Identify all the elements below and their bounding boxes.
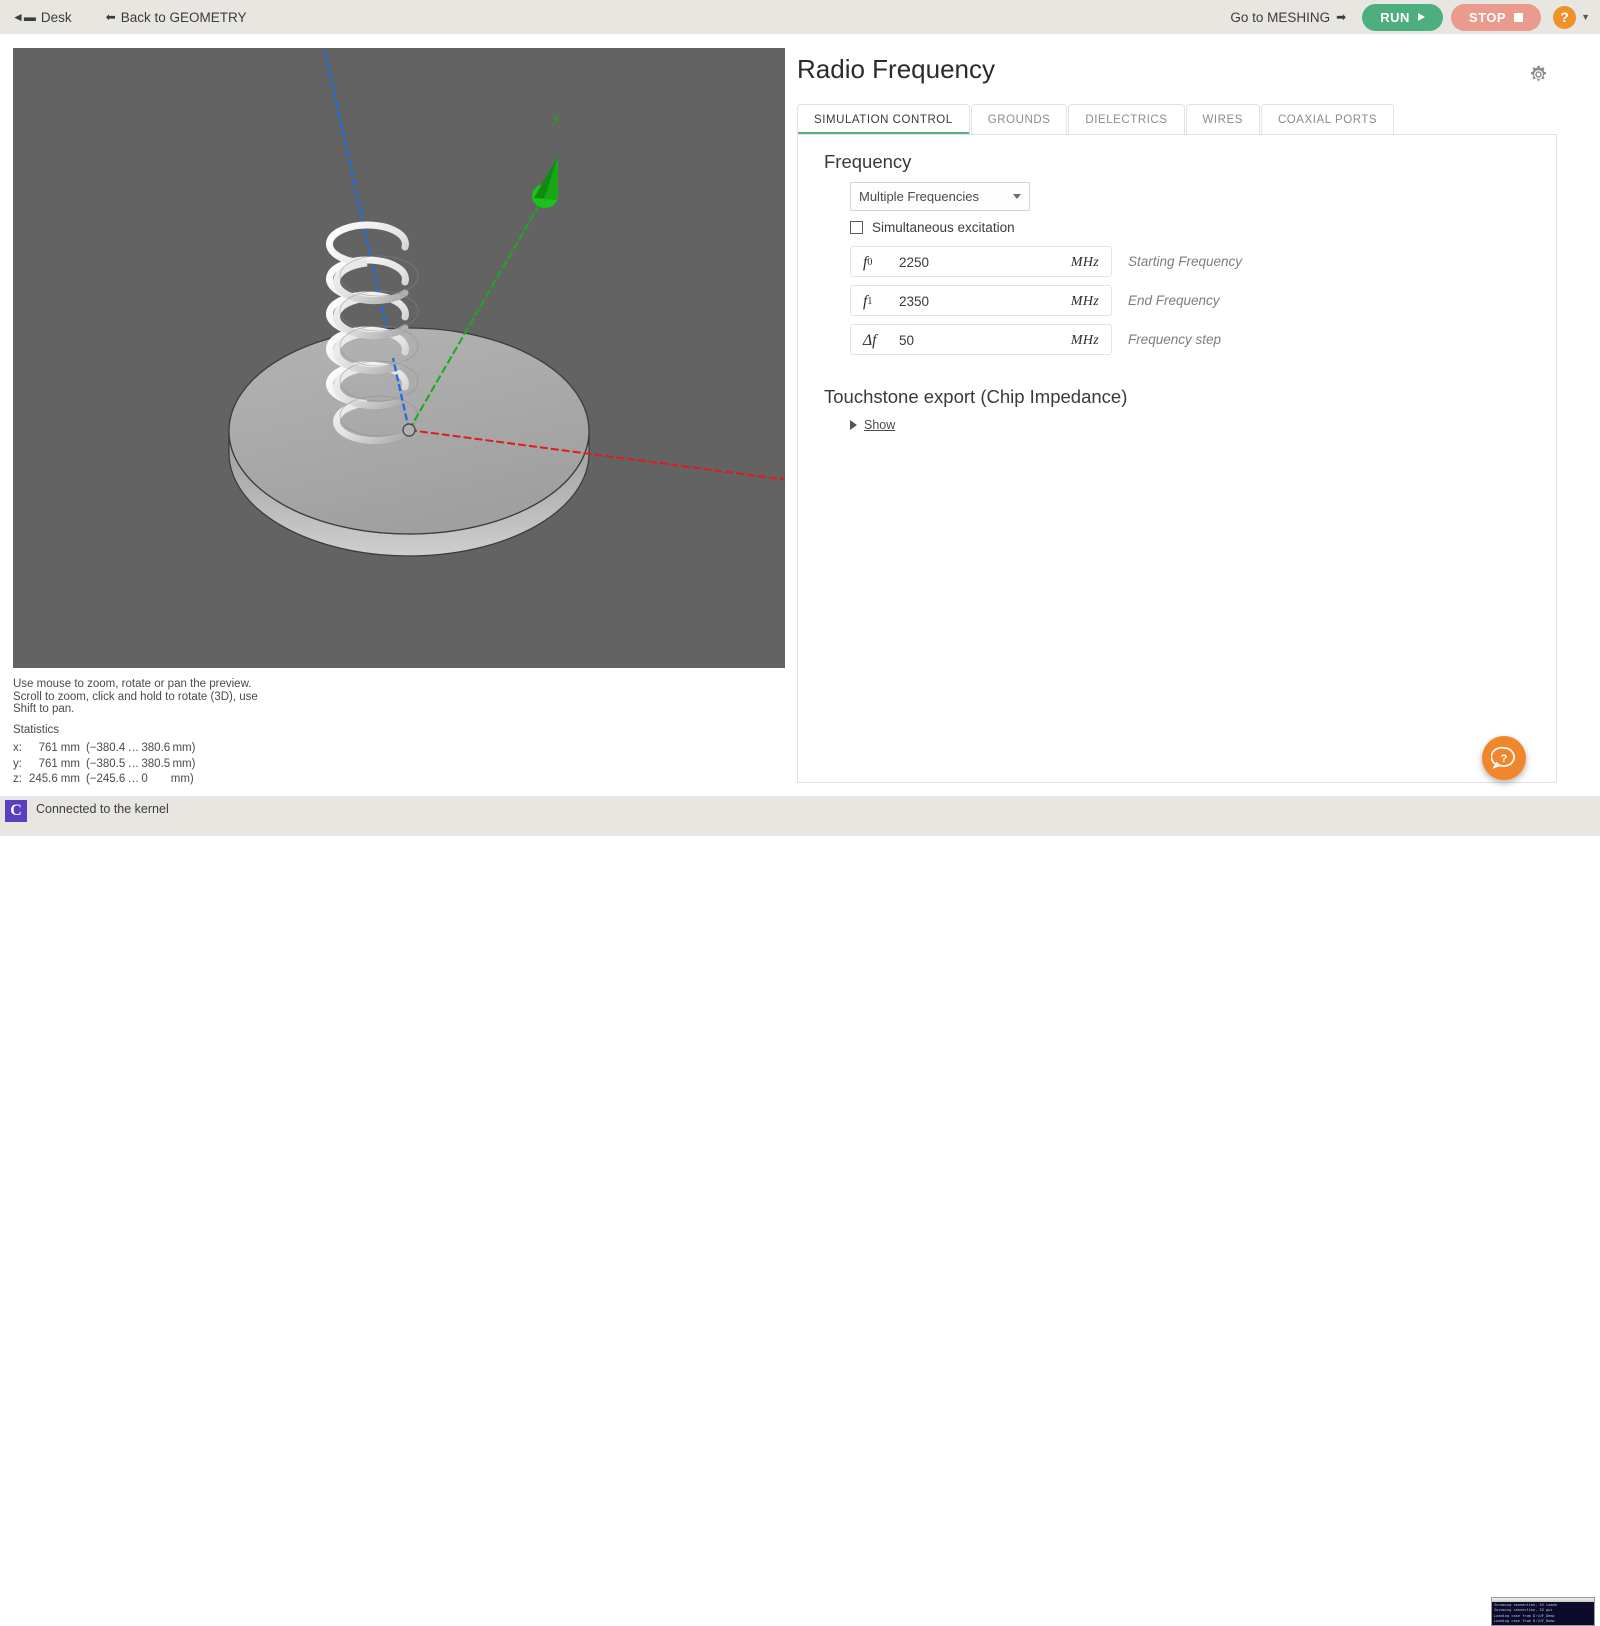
back-to-geometry-link[interactable]: ⬅ Back to GEOMETRY [106, 10, 247, 25]
kernel-logo-icon: C [5, 800, 27, 822]
help-button[interactable]: ? [1553, 5, 1577, 29]
f1-symbol: f1 [863, 292, 873, 310]
console-window[interactable]: Incoming connection, ID loade Incoming c… [1491, 1597, 1595, 1626]
kernel-status-text: Connected to the kernel [36, 802, 169, 816]
top-toolbar: ◄▬ Desk ⬅ Back to GEOMETRY Go to MESHING… [0, 0, 1600, 34]
run-button[interactable]: RUN [1362, 3, 1443, 31]
end-frequency-input[interactable] [897, 286, 1087, 317]
starting-frequency-input-box[interactable]: f0 MHz [850, 246, 1112, 278]
frequency-step-input-box[interactable]: Δf MHz [850, 324, 1112, 356]
back-to-geometry-label: Back to GEOMETRY [120, 9, 247, 25]
3d-scene: y [228, 48, 785, 557]
f0-symbol: f0 [863, 253, 873, 271]
end-frequency-input-box[interactable]: f1 MHz [850, 285, 1112, 317]
delta-f-symbol: Δf [863, 331, 877, 349]
tab-label: GROUNDS [987, 114, 1051, 126]
page-title: Radio Frequency [797, 54, 995, 84]
stop-square-icon [1514, 12, 1524, 22]
play-icon [1417, 13, 1425, 21]
touchstone-show-label: Show [864, 418, 896, 432]
axis-y-label: y [551, 110, 560, 126]
console-output: Incoming connection, ID loade Incoming c… [1492, 1602, 1594, 1625]
origin-marker [402, 423, 416, 437]
frequency-step-description: Frequency step [1128, 332, 1222, 347]
frequency-section-heading: Frequency [824, 151, 912, 172]
starting-frequency-description: Starting Frequency [1128, 254, 1243, 269]
table-row: z: 245.6 mm (−245.6 … 0 mm) [13, 772, 195, 788]
stat-size: 761 [38, 757, 58, 770]
viewport-hint-line-3: Shift to pan. [13, 703, 75, 715]
3d-preview-viewport[interactable]: y [13, 48, 785, 668]
tab-simulation-control[interactable]: SIMULATION CONTROL [797, 104, 970, 135]
help-fab-button[interactable]: ? [1482, 736, 1526, 780]
stat-axis: y: [13, 757, 22, 770]
statistics-title: Statistics [13, 724, 60, 736]
tab-wires[interactable]: WIRES [1185, 104, 1260, 135]
table-row: y: 761 mm (−380.5 … 380.5 mm) [13, 757, 195, 773]
arrow-left-icon: ⬅ [105, 10, 116, 24]
arrow-right-icon: ➡ [1336, 10, 1347, 24]
stat-range: (−245.6 … 0 mm) [85, 773, 194, 785]
chevron-down-icon [1013, 194, 1021, 199]
stat-axis: z: [13, 773, 22, 785]
simultaneous-excitation-label: Simultaneous excitation [872, 220, 1015, 235]
stat-range: (−380.5 … 380.5 mm) [85, 757, 196, 770]
stat-unit: mm [60, 773, 80, 785]
top-toolbar-right-group: Go to MESHING ➡ RUN STOP ? ▼ [1230, 3, 1600, 31]
triangle-right-icon [850, 420, 857, 430]
stop-button[interactable]: STOP [1450, 3, 1542, 31]
console-line: Loading case from D:\UF_Demo [1494, 1618, 1555, 1623]
go-to-meshing-link[interactable]: Go to MESHING ➡ [1230, 10, 1346, 25]
stat-axis: x: [13, 742, 22, 754]
simultaneous-excitation-checkbox[interactable]: Simultaneous excitation [850, 220, 1015, 235]
go-to-meshing-label: Go to MESHING [1230, 9, 1331, 25]
end-frequency-description: End Frequency [1128, 293, 1220, 308]
double-arrow-left-icon: ◄▬ [12, 10, 36, 24]
starting-frequency-unit: MHz [1070, 254, 1099, 270]
stat-size: 761 [38, 742, 58, 754]
svg-text:?: ? [1501, 753, 1508, 765]
statistics-table: x: 761 mm (−380.4 … 380.6 mm) y: 761 mm … [13, 741, 195, 788]
frequency-step-input[interactable] [897, 325, 1087, 356]
stat-range: (−380.4 … 380.6 mm) [85, 742, 196, 754]
starting-frequency-input[interactable] [897, 247, 1087, 278]
table-row: x: 761 mm (−380.4 … 380.6 mm) [13, 741, 195, 757]
radio-frequency-panel: Radio Frequency SIMULATION CONTROL GROUN… [797, 48, 1557, 783]
desk-link[interactable]: ◄▬ Desk [12, 10, 72, 25]
panel-tabs: SIMULATION CONTROL GROUNDS DIELECTRICS W… [797, 104, 1557, 135]
help-button-label: ? [1560, 9, 1569, 25]
tab-grounds[interactable]: GROUNDS [970, 104, 1068, 135]
gear-icon[interactable] [1529, 65, 1548, 89]
chevron-down-icon[interactable]: ▼ [1581, 12, 1590, 22]
tab-dielectrics[interactable]: DIELECTRICS [1068, 104, 1185, 135]
viewport-hint-line-2: Scroll to zoom, click and hold to rotate… [13, 690, 258, 703]
touchstone-show-toggle[interactable]: Show [850, 418, 895, 432]
tab-label: DIELECTRICS [1085, 114, 1168, 126]
tab-coaxial-ports[interactable]: COAXIAL PORTS [1260, 104, 1395, 135]
tab-label: COAXIAL PORTS [1277, 114, 1378, 126]
run-button-label: RUN [1380, 9, 1410, 25]
frequency-mode-value: Multiple Frequencies [859, 189, 979, 204]
help-bubble-icon: ? [1491, 746, 1515, 769]
status-bar: C Connected to the kernel Incoming conne… [0, 796, 1600, 1626]
checkbox-box-icon [850, 221, 863, 234]
frequency-step-unit: MHz [1070, 332, 1099, 348]
frequency-mode-select[interactable]: Multiple Frequencies [850, 182, 1030, 211]
viewport-hint-line-1: Use mouse to zoom, rotate or pan the pre… [13, 678, 252, 690]
stop-button-label: STOP [1468, 9, 1507, 25]
tab-label: WIRES [1202, 114, 1243, 126]
stat-unit: mm [60, 742, 80, 754]
stat-unit: mm [60, 757, 80, 770]
stat-size: 245.6 [29, 773, 58, 785]
touchstone-section-heading: Touchstone export (Chip Impedance) [824, 386, 1128, 407]
tab-label: SIMULATION CONTROL [814, 114, 953, 126]
end-frequency-unit: MHz [1070, 293, 1099, 309]
desk-link-label: Desk [40, 9, 72, 25]
viewport-hint-text: Use mouse to zoom, rotate or pan the pre… [13, 678, 413, 716]
simulation-control-tab-panel: Frequency Multiple Frequencies Simultane… [797, 135, 1557, 783]
